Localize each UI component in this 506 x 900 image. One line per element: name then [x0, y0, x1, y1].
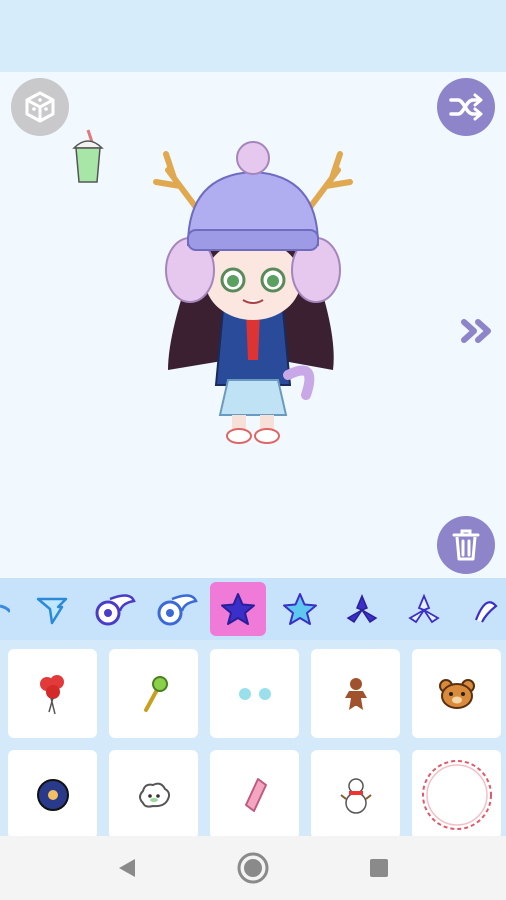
- item-red-balloons[interactable]: [8, 649, 97, 738]
- double-chevron-right-icon: [461, 319, 491, 343]
- system-nav-bar: [0, 836, 506, 900]
- item-donut[interactable]: [8, 750, 97, 836]
- delete-button[interactable]: [437, 516, 495, 574]
- shuffle-icon: [449, 93, 483, 121]
- cube-icon: [25, 91, 55, 123]
- donut-icon: [36, 778, 69, 811]
- item-grid: [0, 640, 506, 836]
- cloud-sheep-icon: [138, 782, 170, 808]
- trash-icon: [452, 529, 480, 561]
- bubble-tea-icon: [72, 129, 104, 183]
- bear-face-icon: [438, 678, 475, 709]
- purple-trefoil-icon: [346, 594, 378, 624]
- item-pink-crystal[interactable]: [210, 750, 299, 836]
- white-wing-circle-icon: [157, 594, 198, 626]
- item-snowman[interactable]: [311, 750, 400, 836]
- cube-button[interactable]: [11, 78, 69, 136]
- tab-purple-star[interactable]: [210, 582, 266, 636]
- item-gingerbread-man[interactable]: [311, 649, 400, 738]
- tab-wing-partial[interactable]: [0, 582, 10, 636]
- tab-white-trefoil[interactable]: [396, 582, 452, 636]
- home-circle-icon: [237, 852, 269, 884]
- character-illustration: [153, 141, 353, 444]
- back-triangle-icon: [119, 859, 135, 877]
- tab-purple-trefoil[interactable]: [334, 582, 390, 636]
- next-arrow[interactable]: [460, 318, 500, 344]
- blue-star-icon: [283, 593, 317, 625]
- item-blue-dots[interactable]: [210, 649, 299, 738]
- item-cloud-sheep[interactable]: [109, 750, 198, 836]
- gingerbread-man-icon: [344, 677, 367, 710]
- tab-swirl[interactable]: [458, 582, 506, 636]
- recents-square-icon: [370, 859, 388, 877]
- red-balloons-icon: [39, 674, 64, 714]
- white-trefoil-icon: [408, 593, 440, 624]
- item-green-wand[interactable]: [109, 649, 198, 738]
- pink-crystal-icon: [244, 777, 267, 812]
- tab-blue-wing[interactable]: [24, 582, 80, 636]
- purple-star-icon: [221, 593, 255, 625]
- back-button[interactable]: [110, 851, 144, 885]
- home-button[interactable]: [236, 851, 270, 885]
- category-tabs: [0, 578, 506, 640]
- tab-blue-star[interactable]: [272, 582, 328, 636]
- blue-wing-icon: [36, 597, 68, 625]
- chibi-character[interactable]: [128, 130, 378, 450]
- top-bar: [0, 0, 506, 72]
- item-bear-face[interactable]: [412, 649, 501, 738]
- item-lace-ring[interactable]: [412, 750, 501, 836]
- tab-purple-wing-circle[interactable]: [86, 582, 142, 636]
- shuffle-button[interactable]: [437, 78, 495, 136]
- recents-button[interactable]: [362, 851, 396, 885]
- green-wand-icon: [143, 675, 168, 712]
- purple-wing-circle-icon: [95, 594, 136, 626]
- wing-partial-icon: [0, 604, 10, 613]
- drink-sticker[interactable]: [68, 126, 108, 186]
- lace-ring-icon: [421, 759, 492, 830]
- swirl-icon: [474, 601, 498, 623]
- tab-white-wing-circle[interactable]: [148, 582, 204, 636]
- snowman-icon: [339, 777, 372, 814]
- blue-dots-icon: [238, 687, 271, 700]
